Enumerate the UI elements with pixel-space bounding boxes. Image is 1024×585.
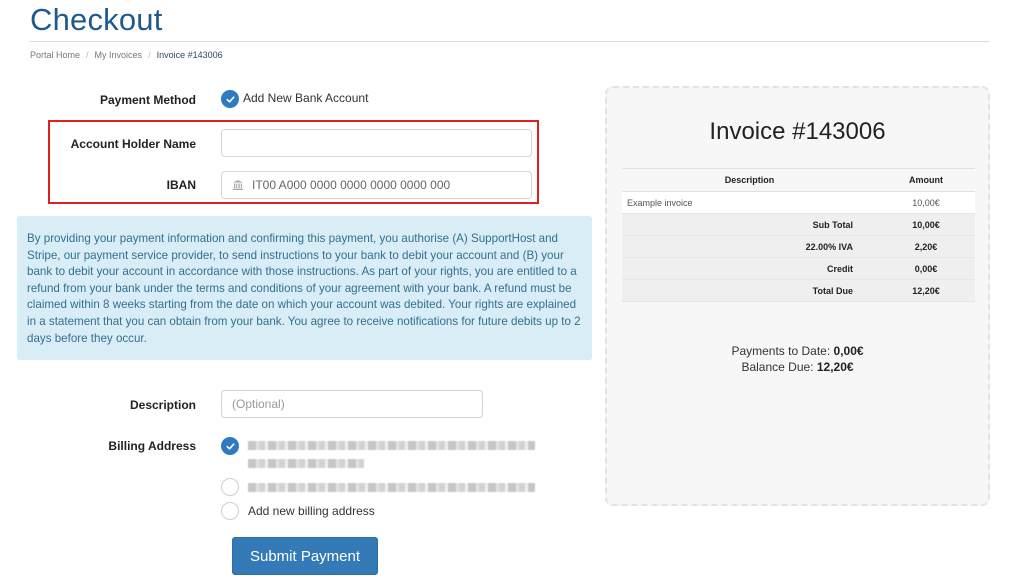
payment-method-label: Payment Method [99, 93, 196, 107]
subtotal-label: Sub Total [622, 213, 877, 236]
tax-amount: 2,20€ [877, 235, 975, 258]
iban-label: IBAN [166, 178, 196, 192]
description-input[interactable] [221, 390, 483, 418]
checkmark-icon [225, 442, 235, 450]
breadcrumb-portal-home[interactable]: Portal Home [30, 50, 80, 60]
item-amount: 10,00€ [877, 191, 975, 214]
payments-to-date-value: 0,00€ [833, 344, 864, 358]
description-label: Description [129, 398, 196, 412]
sepa-mandate-notice: By providing your payment information an… [17, 216, 592, 360]
invoice-title: Invoice #143006 [709, 118, 886, 145]
subtotal-amount: 10,00€ [877, 213, 975, 236]
subtotal-row: Sub Total 10,00€ [622, 213, 975, 236]
total-due-row: Total Due 12,20€ [622, 279, 975, 302]
breadcrumb-current: Invoice #143006 [156, 50, 223, 60]
breadcrumb-separator: / [86, 50, 89, 60]
bank-icon [233, 180, 243, 190]
checkmark-icon [225, 95, 235, 103]
balance-due: Balance Due: 12,20€ [607, 359, 988, 375]
iban-input[interactable] [252, 178, 522, 192]
page-title: Checkout [30, 2, 163, 37]
account-holder-name-input[interactable] [221, 129, 532, 157]
credit-amount: 0,00€ [877, 257, 975, 280]
credit-row: Credit 0,00€ [622, 257, 975, 280]
tax-label: 22.00% IVA [622, 235, 877, 258]
breadcrumb-my-invoices[interactable]: My Invoices [95, 50, 143, 60]
invoice-item-row: Example invoice 10,00€ [622, 191, 975, 214]
payment-method-radio[interactable] [221, 90, 239, 108]
balance-due-value: 12,20€ [816, 360, 854, 374]
total-due-amount: 12,20€ [877, 279, 975, 302]
payment-method-option-label: Add New Bank Account [243, 91, 369, 105]
billing-address-2-redacted [248, 483, 535, 492]
item-description: Example invoice [622, 191, 877, 214]
submit-payment-button[interactable]: Submit Payment [232, 537, 378, 575]
title-divider [30, 41, 990, 42]
invoice-summary-panel: Invoice #143006 Description Amount Examp… [605, 86, 990, 506]
payments-to-date: Payments to Date: 0,00€ [607, 343, 988, 359]
payments-to-date-label: Payments to Date: [731, 344, 831, 358]
breadcrumb: Portal Home / My Invoices / Invoice #143… [30, 50, 223, 60]
column-header-description: Description [622, 168, 877, 192]
billing-address-1-redacted-line2 [248, 459, 364, 468]
billing-address-radio-2[interactable] [221, 478, 239, 496]
total-due-label: Total Due [622, 279, 877, 302]
billing-address-label: Billing Address [108, 439, 196, 453]
breadcrumb-separator: / [148, 50, 151, 60]
invoice-table: Description Amount Example invoice 10,00… [622, 168, 975, 302]
balance-due-label: Balance Due: [741, 360, 814, 374]
account-holder-name-label: Account Holder Name [70, 137, 196, 151]
add-new-billing-address-label: Add new billing address [248, 504, 375, 518]
invoice-table-header: Description Amount [622, 168, 975, 192]
payment-summary: Payments to Date: 0,00€ Balance Due: 12,… [607, 343, 988, 375]
iban-field[interactable] [221, 171, 532, 199]
credit-label: Credit [622, 257, 877, 280]
billing-address-radio-1[interactable] [221, 437, 239, 455]
column-header-amount: Amount [877, 168, 975, 192]
tax-row: 22.00% IVA 2,20€ [622, 235, 975, 258]
billing-address-radio-new[interactable] [221, 502, 239, 520]
billing-address-1-redacted [248, 441, 535, 450]
